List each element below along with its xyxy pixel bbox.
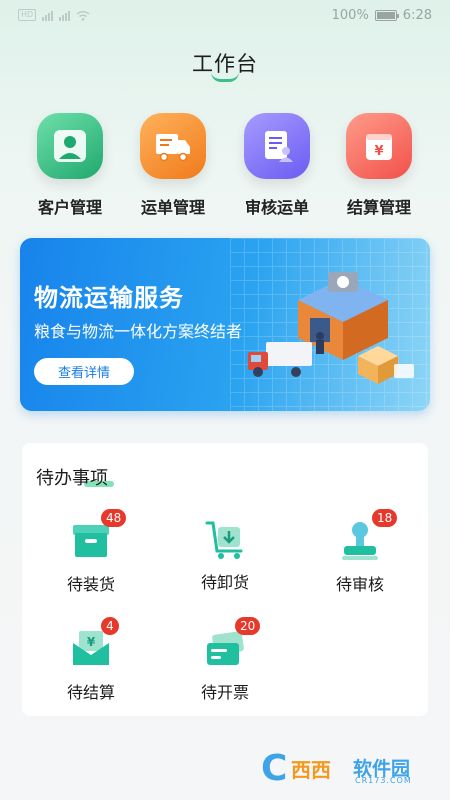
clock: 6:28 [402,8,432,23]
logistics-illustration [248,272,414,384]
svg-text:¥: ¥ [87,635,96,649]
battery-percent: 100% [331,8,369,23]
quick-actions: 客户管理 运单管理 审核运单 ¥ 结算管理 [0,113,450,223]
badge-count: 18 [372,509,398,527]
badge-count: 4 [101,617,119,635]
signal-icon [42,11,54,21]
todo-title: 待办事项 [36,468,108,489]
status-right: 100% 6:28 [332,8,432,23]
todo-item-label: 待结算 [66,683,115,702]
quick-action-audit[interactable]: 审核运单 [227,113,327,218]
stamp-icon: 18 [338,509,398,563]
signal-2-icon [59,11,71,21]
audit-document-icon [244,113,310,179]
quick-action-label: 客户管理 [37,198,102,217]
yuan-wallet-icon: ¥ [346,113,412,179]
promo-banner[interactable]: 物流运输服务 粮食与物流一体化方案终结者 查看详情 [20,238,430,411]
watermark-c-mark: C [261,748,288,789]
cart-unload-icon [203,517,247,561]
todo-item-pending-unload[interactable]: 待卸货 [170,517,280,593]
box-load-icon: 48 [69,509,127,563]
quick-action-customer[interactable]: 客户管理 [20,113,120,218]
quick-action-label: 审核运单 [244,198,309,217]
quick-action-settlement[interactable]: ¥ 结算管理 [329,113,429,218]
invoice-card-icon: 20 [203,617,261,671]
todo-item-label: 待装货 [66,575,115,594]
todo-item-label: 待卸货 [200,573,249,592]
quick-action-waybill[interactable]: 运单管理 [123,113,223,218]
truck-icon [140,113,206,179]
banner-title: 物流运输服务 [34,284,184,312]
todo-item-label: 待审核 [335,575,384,594]
title-underline [211,72,239,82]
customer-icon [37,113,103,179]
badge-count: 20 [235,617,261,635]
quick-action-label: 结算管理 [346,198,411,217]
battery-icon [374,10,399,21]
hd-badge: HD [18,9,37,21]
yuan-envelope-icon: ¥ 4 [69,617,119,671]
watermark-url: CR173.COM [355,776,412,785]
todo-card: 待办事项 48 待装货 待卸货 18 待审核 ¥ 4 待结算 20 待开票 [22,443,428,716]
todo-item-label: 待开票 [200,683,249,702]
todo-item-pending-invoice[interactable]: 20 待开票 [170,617,280,703]
todo-item-pending-audit[interactable]: 18 待审核 [305,509,415,595]
status-bar: HD 100% 6:28 [0,0,450,32]
banner-subtitle: 粮食与物流一体化方案终结者 [34,322,243,341]
view-details-button[interactable]: 查看详情 [34,358,134,385]
svg-text:¥: ¥ [374,144,383,159]
badge-count: 48 [101,509,127,527]
watermark-left: 西西 [291,758,331,782]
todo-item-pending-settlement[interactable]: ¥ 4 待结算 [36,617,146,703]
watermark-logo: C 西西 软件园 CR173.COM [261,748,436,792]
wifi-icon [76,10,90,21]
quick-action-label: 运单管理 [140,198,205,217]
status-left: HD [18,9,90,21]
todo-item-pending-load[interactable]: 48 待装货 [36,509,146,595]
